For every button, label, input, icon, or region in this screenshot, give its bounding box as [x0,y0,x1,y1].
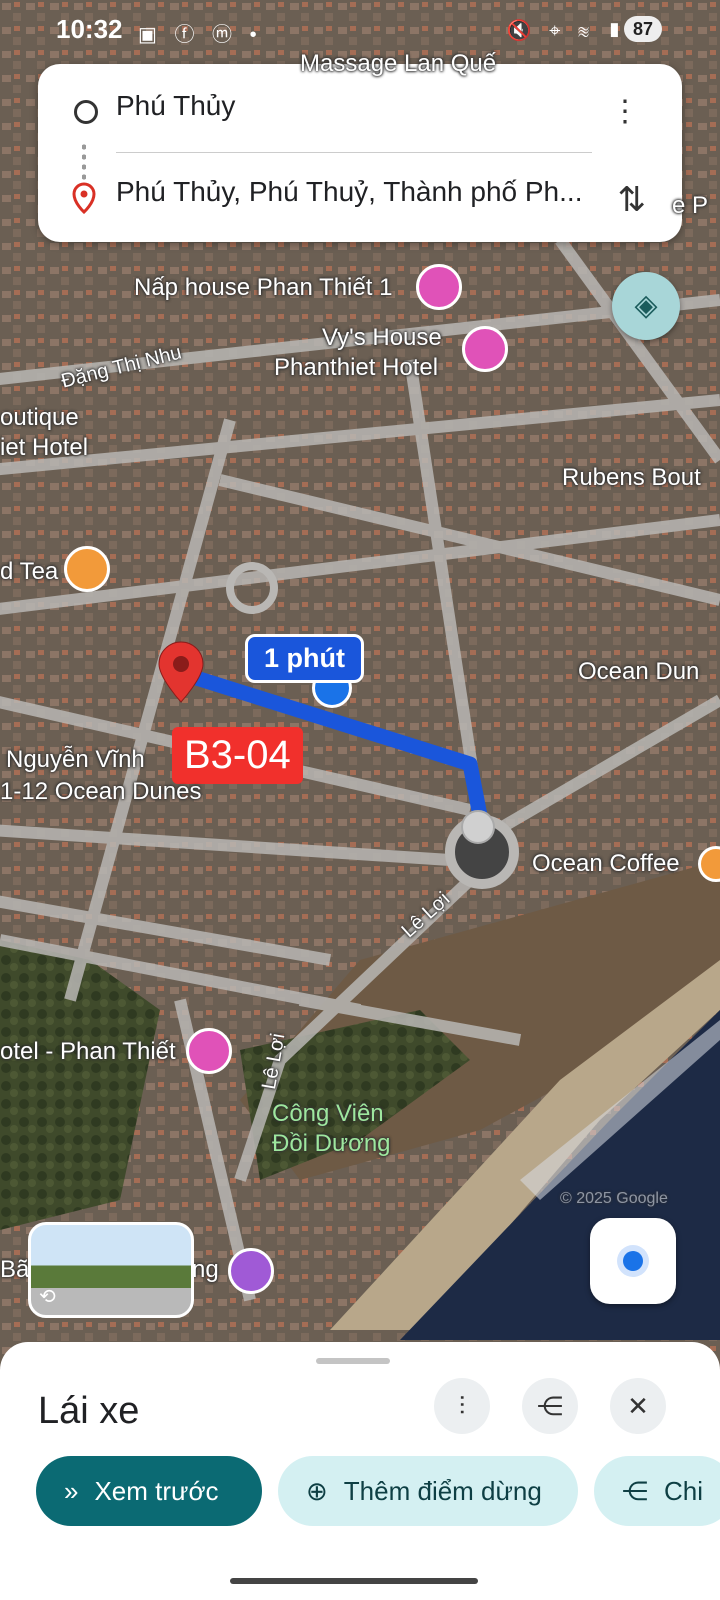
map-label-place[interactable]: otel - Phan Thiết [0,1038,176,1066]
my-location-button[interactable] [590,1218,676,1304]
route-options-button[interactable]: ⫶ [434,1378,490,1434]
street-view-thumbnail[interactable]: ⟲ [28,1222,194,1318]
map-copyright: © 2025 Google [560,1190,668,1207]
park-label[interactable]: Công Viên [272,1100,384,1128]
map-label-place[interactable]: Nguyễn Vĩnh [6,746,145,774]
gesture-bar[interactable] [230,1578,478,1584]
parcel-label: B3-04 [172,727,303,784]
map-label: Massage Lan Quế [300,50,497,77]
route-dots-icon [82,142,86,180]
bottom-sheet: Lái xe ⫶ ⋲ ✕ » Xem trước ⊕ Thêm điểm dừng … [0,1342,720,1600]
field-divider [116,152,592,153]
drag-handle[interactable] [316,1358,390,1364]
add-stop-label: Thêm điểm dừng [343,1476,542,1506]
layers-icon: ◈ [634,289,658,322]
map-label-place[interactable]: Nấp house Phan Thiết 1 [134,274,392,302]
map-label-place[interactable]: Ocean Dun [578,658,699,686]
battery-indicator: 87 [624,16,662,42]
map-label-place[interactable]: iet Hotel [0,434,88,462]
status-time: 10:32 [56,14,123,44]
origin-field[interactable]: Phú Thủy [116,90,235,122]
street-view-rotate-icon: ⟲ [39,1286,56,1308]
system-icons: 🔇 ⌖ ≋ ▮ [506,20,628,42]
hotel-icon[interactable] [462,326,508,372]
map-label-place[interactable]: Rubens Bout [562,464,701,492]
map-label-place[interactable]: outique [0,404,79,432]
add-stop-button[interactable]: ⊕ Thêm điểm dừng [278,1456,578,1526]
close-button[interactable]: ✕ [610,1378,666,1434]
hotel-icon[interactable] [416,264,462,310]
layers-button[interactable]: ◈ [612,272,680,340]
destination-field[interactable]: Phú Thủy, Phú Thuỷ, Thành phố Ph... [116,176,582,208]
eta-bubble[interactable]: 1 phút [245,634,364,683]
double-chevron-icon: » [64,1476,79,1506]
hotel-icon[interactable] [186,1028,232,1074]
travel-mode-title: Lái xe [38,1390,140,1432]
share-route-button[interactable]: ⋲ [522,1378,578,1434]
map-label-place[interactable]: Vy's House [322,324,442,352]
park-label[interactable]: Đồi Dương [272,1130,391,1158]
destination-pin-icon [72,182,96,214]
add-location-icon: ⊕ [306,1476,328,1506]
camera-attraction-icon[interactable] [228,1248,274,1294]
directions-card: Phú Thủy Phú Thủy, Phú Thuỷ, Thành phố P… [38,64,682,242]
map-label-place[interactable]: 1-12 Ocean Dunes [0,778,201,806]
map-label: Bã [0,1256,30,1283]
more-options-icon[interactable]: ⋮ [610,94,640,129]
sliders-icon: ⫶ [458,1391,466,1421]
share-icon: ⋲ [537,1391,563,1421]
notification-icons: ▣ ⓕ ⓜ • [138,24,263,46]
map-label: ng [192,1256,219,1283]
my-location-icon [623,1251,643,1271]
origin-circle-icon [74,100,98,124]
map-label-place[interactable]: Phanthiet Hotel [274,354,438,382]
share-label: Chi [664,1476,704,1506]
swap-directions-icon[interactable]: ⇅ [618,180,647,220]
preview-label: Xem trước [94,1476,219,1506]
cafe-icon[interactable] [64,546,110,592]
preview-button[interactable]: » Xem trước [36,1456,262,1526]
map-label-place[interactable]: Ocean Coffee [532,850,680,878]
close-icon: ✕ [627,1391,649,1421]
share-button[interactable]: ⋲ Chi [594,1456,720,1526]
map-label-place[interactable]: d Tea [0,558,58,586]
map-label: e P [672,192,709,219]
share-icon: ⋲ [622,1476,648,1506]
